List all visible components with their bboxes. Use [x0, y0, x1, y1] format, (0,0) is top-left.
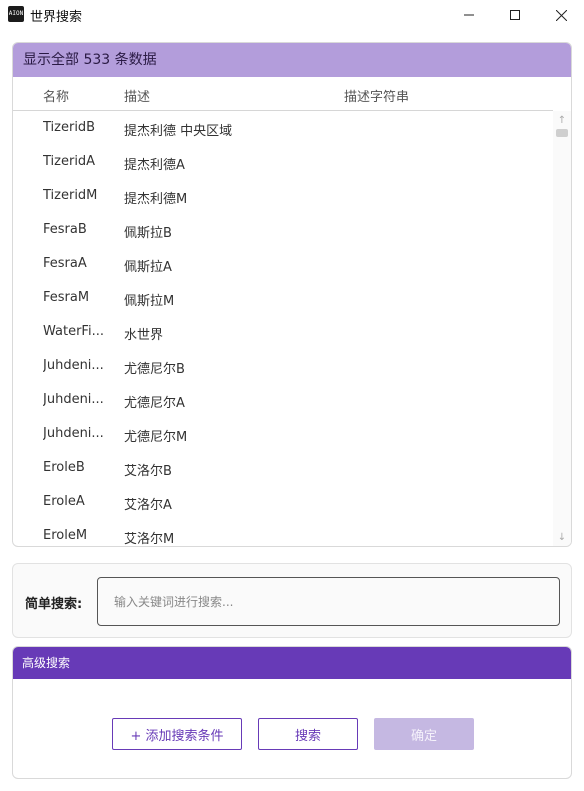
cell-name: EroleM — [43, 528, 88, 543]
maximize-icon — [510, 10, 520, 20]
cell-description: 艾洛尔M — [124, 532, 175, 547]
cell-name: TizeridA — [43, 154, 96, 169]
window-title: 世界搜索 — [30, 10, 83, 25]
cell-description: 佩斯拉A — [124, 260, 172, 275]
table-row[interactable]: Juhdeni... 尤德尼尔B — [13, 349, 553, 383]
app-logo-icon: AION — [8, 6, 24, 22]
table-row[interactable]: Juhdeni... 尤德尼尔M — [13, 417, 553, 451]
cell-name: FesraA — [43, 256, 87, 271]
cell-description: 尤德尼尔M — [124, 430, 188, 445]
cell-name: TizeridB — [43, 120, 96, 135]
minimize-icon — [464, 14, 474, 16]
table-row[interactable]: FesraM 佩斯拉M — [13, 281, 553, 315]
table-row[interactable]: TizeridA 提杰利德A — [13, 145, 553, 179]
cell-description: 艾洛尔B — [124, 464, 172, 479]
table-row[interactable]: WaterFi... 水世界 — [13, 315, 553, 349]
confirm-button[interactable]: 确定 — [374, 718, 474, 750]
cell-name: EroleB — [43, 460, 85, 475]
cell-name: FesraM — [43, 290, 90, 305]
simple-search-label: 简单搜索: — [25, 597, 83, 612]
cell-description: 水世界 — [124, 328, 164, 343]
advanced-search-panel: 高级搜索 + 添加搜索条件 搜索 确定 — [12, 646, 572, 779]
column-header-name[interactable]: 名称 — [43, 86, 69, 105]
cell-name: TizeridM — [43, 188, 98, 203]
vertical-scrollbar[interactable]: ↑ ↓ — [553, 111, 571, 546]
results-count-header: 显示全部 533 条数据 — [13, 43, 571, 77]
table-header: 名称 描述 描述字符串 — [13, 77, 553, 111]
cell-name: Juhdeni... — [43, 426, 104, 441]
cell-description: 尤德尼尔B — [124, 362, 185, 377]
table-row[interactable]: FesraA 佩斯拉A — [13, 247, 553, 281]
cell-name: Juhdeni... — [43, 358, 104, 373]
search-input[interactable] — [97, 577, 560, 626]
results-panel: 显示全部 533 条数据 名称 描述 描述字符串 TizeridB 提杰利德 中央… — [12, 42, 572, 547]
add-search-condition-button[interactable]: + 添加搜索条件 — [112, 718, 242, 750]
table-row[interactable]: EroleA 艾洛尔A — [13, 485, 553, 519]
simple-search-panel: 简单搜索: — [12, 563, 572, 638]
table-row[interactable]: EroleB 艾洛尔B — [13, 451, 553, 485]
search-button[interactable]: 搜索 — [258, 718, 358, 750]
cell-description: 艾洛尔A — [124, 498, 172, 513]
table-row[interactable]: EroleM 艾洛尔M — [13, 519, 553, 547]
title-bar: AION 世界搜索 — [0, 0, 584, 30]
cell-description: 佩斯拉B — [124, 226, 172, 241]
scrollbar-thumb[interactable] — [556, 129, 568, 137]
cell-description: 尤德尼尔A — [124, 396, 185, 411]
results-table-body: TizeridB 提杰利德 中央区域 TizeridA 提杰利德A TizeridM… — [13, 111, 553, 547]
cell-name: FesraB — [43, 222, 87, 237]
close-icon — [555, 9, 567, 21]
cell-description: 提杰利德M — [124, 192, 188, 207]
cell-name: WaterFi... — [43, 324, 104, 339]
cell-description: 提杰利德 中央区域 — [124, 124, 233, 139]
scroll-up-arrow-icon[interactable]: ↑ — [556, 115, 568, 127]
table-row[interactable]: TizeridM 提杰利德M — [13, 179, 553, 213]
column-header-description[interactable]: 描述 — [124, 86, 150, 105]
minimize-button[interactable] — [446, 0, 492, 30]
cell-description: 提杰利德A — [124, 158, 185, 173]
table-row[interactable]: TizeridB 提杰利德 中央区域 — [13, 111, 553, 145]
cell-name: EroleA — [43, 494, 85, 509]
column-header-description-string[interactable]: 描述字符串 — [344, 86, 409, 105]
close-button[interactable] — [538, 0, 584, 30]
maximize-button[interactable] — [492, 0, 538, 30]
advanced-search-header: 高级搜索 — [13, 647, 571, 679]
table-row[interactable]: FesraB 佩斯拉B — [13, 213, 553, 247]
cell-description: 佩斯拉M — [124, 294, 175, 309]
table-row[interactable]: Juhdeni... 尤德尼尔A — [13, 383, 553, 417]
cell-name: Juhdeni... — [43, 392, 104, 407]
scroll-down-arrow-icon[interactable]: ↓ — [556, 532, 568, 544]
